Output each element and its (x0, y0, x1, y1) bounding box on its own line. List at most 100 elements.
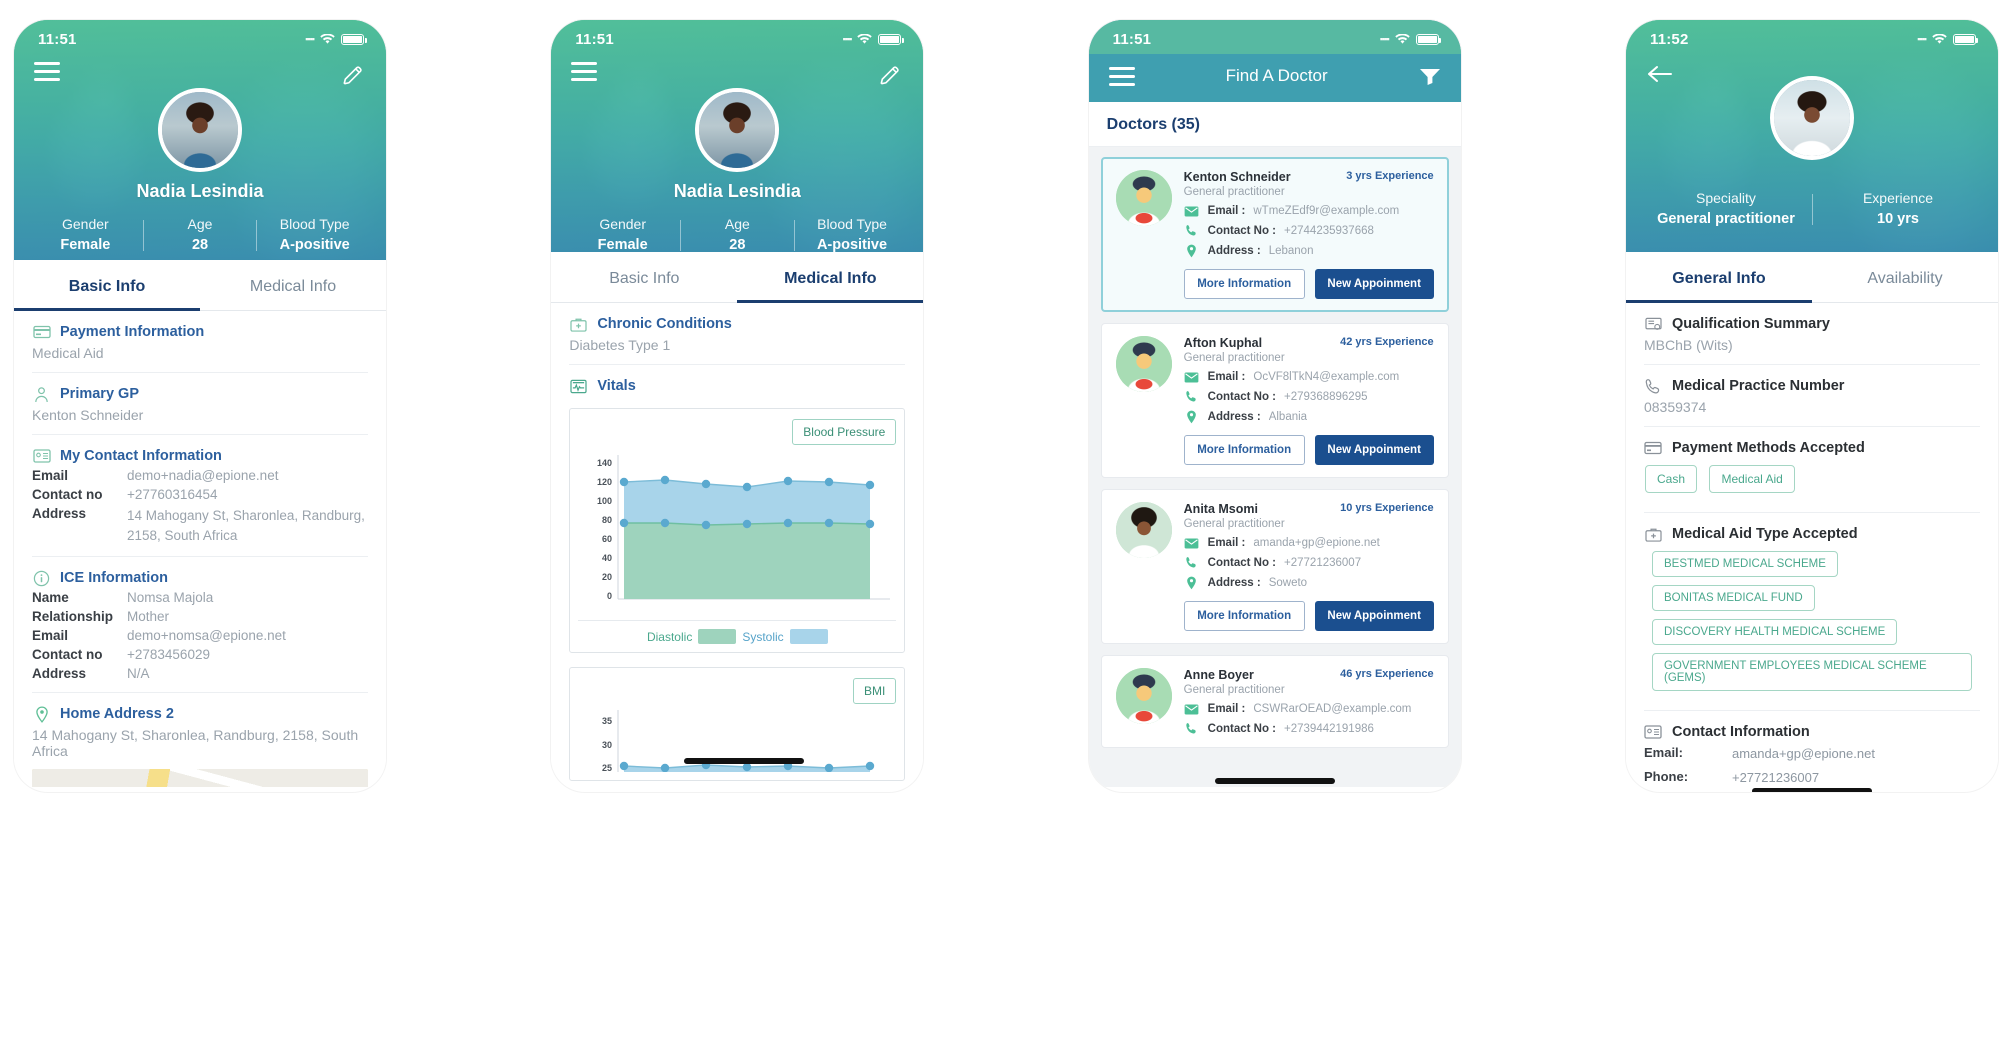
new-appointment-button[interactable]: New Appoinment (1314, 435, 1434, 465)
tag-gems[interactable]: GOVERNMENT EMPLOYEES MEDICAL SCHEME (GEM… (1651, 653, 1972, 691)
tag-bestmed[interactable]: BESTMED MEDICAL SCHEME (1651, 551, 1838, 577)
doctor-contact: +279368896295 (1284, 390, 1368, 403)
svg-text:0: 0 (607, 591, 612, 601)
section-home-address-2[interactable]: Home Address 2 14 Mahogany St, Sharonlea… (32, 693, 368, 787)
address-map-preview[interactable] (32, 769, 368, 787)
section-contact-information[interactable]: Contact Information Email: amanda+gp@epi… (1643, 711, 1980, 792)
doctor-card[interactable]: Afton Kuphal General practitioner 42 yrs… (1100, 323, 1449, 478)
legend-swatch (698, 629, 737, 644)
section-title: Chronic Conditions (597, 316, 732, 332)
battery-icon (1415, 33, 1442, 45)
stat-label: Experience (1862, 190, 1933, 206)
field-key: Address (32, 666, 87, 682)
hamburger-menu-icon[interactable] (1108, 66, 1135, 86)
section-my-contact-information[interactable]: My Contact Information Email demo+nadia@… (32, 435, 368, 558)
field-value: +2783456029 (127, 647, 210, 663)
patient-avatar[interactable] (158, 88, 242, 172)
section-medical-aid-type-accepted[interactable]: Medical Aid Type Accepted BESTMED MEDICA… (1643, 513, 1980, 711)
stat-gender: Gender Female (565, 216, 680, 252)
svg-text:60: 60 (602, 534, 612, 544)
medical-kit-icon (569, 316, 588, 332)
tab-basic-info[interactable]: Basic Info (14, 260, 200, 311)
chart-bmi[interactable]: BMI 35 30 25 (569, 667, 906, 781)
section-title: Primary GP (60, 386, 139, 402)
field-value: Mother (127, 609, 170, 625)
field-key: Contact no (32, 487, 103, 502)
phone-screen-basic-info: 11:51 ▪▪▪▪ Nadia Lesindia Gender Female … (14, 20, 386, 792)
medical-info-list: Chronic Conditions Diabetes Type 1 Vital… (551, 303, 924, 787)
section-value: Medical Aid (32, 345, 104, 361)
hamburger-menu-icon[interactable] (34, 62, 60, 81)
status-time: 11:51 (575, 30, 614, 48)
filter-funnel-icon[interactable] (1419, 67, 1441, 85)
more-information-button[interactable]: More Information (1183, 435, 1305, 465)
doctor-email: wTmeZEdf9r@example.com (1253, 205, 1400, 217)
status-bar: 11:51 ▪▪▪▪ (551, 20, 923, 54)
tab-general-info[interactable]: General Info (1625, 252, 1812, 303)
legend-diastolic[interactable]: Diastolic (647, 629, 737, 644)
tab-basic-info[interactable]: Basic Info (551, 252, 737, 302)
field-key: Contact no (32, 647, 103, 663)
envelope-icon (1184, 703, 1200, 715)
field-value: 14 Mahogany St, Sharonlea, Randburg, 215… (127, 508, 365, 543)
new-appointment-button[interactable]: New Appoinment (1314, 601, 1434, 631)
stat-blood-type: Blood Type A-positive (795, 216, 910, 252)
tag-discovery[interactable]: DISCOVERY HEALTH MEDICAL SCHEME (1651, 619, 1898, 645)
doctor-email: CSWRarOEAD@example.com (1253, 703, 1412, 715)
label-contact: Contact No : (1207, 556, 1277, 569)
section-payment-methods-accepted[interactable]: Payment Methods Accepted Cash Medical Ai… (1643, 427, 1980, 513)
doctor-card[interactable]: Anne Boyer General practitioner 46 yrs E… (1100, 655, 1449, 748)
svg-text:80: 80 (602, 515, 612, 525)
tab-medical-info[interactable]: Medical Info (200, 260, 386, 310)
doctor-list[interactable]: Kenton Schneider General practitioner 3 … (1088, 147, 1461, 787)
svg-text:100: 100 (597, 496, 612, 506)
legend-systolic[interactable]: Systolic (742, 629, 828, 644)
section-ice-information[interactable]: ICE Information Name Nomsa Majola Relati… (32, 557, 368, 694)
doctor-experience: 42 yrs Experience (1340, 336, 1434, 348)
hamburger-menu-icon[interactable] (571, 62, 598, 81)
svg-text:40: 40 (602, 553, 612, 563)
field-address: Address 14 Mahogany St, Sharonlea, Randb… (32, 506, 368, 545)
tag-medical-aid[interactable]: Medical Aid (1709, 465, 1795, 493)
wifi-icon (1932, 33, 1947, 45)
tab-availability[interactable]: Availability (1812, 252, 1998, 302)
tag-cash[interactable]: Cash (1644, 465, 1697, 493)
tab-medical-info[interactable]: Medical Info (737, 252, 924, 303)
screenshot-stage: 11:51 ▪▪▪▪ Nadia Lesindia Gender Female … (0, 0, 2012, 1046)
section-medical-practice-number[interactable]: Medical Practice Number 08359374 (1643, 365, 1980, 427)
doctor-contact: +2739442191986 (1284, 722, 1374, 735)
section-title: Medical Practice Number (1671, 378, 1845, 394)
field-name: Name Nomsa Majola (32, 590, 368, 605)
section-vitals: Vitals Blood Pressure 140 120 100 80 60 … (569, 365, 906, 787)
section-chronic-conditions[interactable]: Chronic Conditions Diabetes Type 1 (569, 303, 906, 365)
wifi-icon (320, 33, 335, 45)
more-information-button[interactable]: More Information (1183, 601, 1305, 631)
doctor-avatar[interactable] (1769, 76, 1854, 160)
chart-blood-pressure[interactable]: Blood Pressure 140 120 100 80 60 40 20 0… (569, 408, 906, 653)
new-appointment-button[interactable]: New Appoinment (1314, 269, 1434, 299)
stat-label: Age (724, 216, 750, 232)
more-information-button[interactable]: More Information (1183, 269, 1305, 299)
pencil-edit-icon[interactable] (877, 62, 903, 88)
stat-label: Age (187, 216, 213, 232)
section-payment-information[interactable]: Payment Information Medical Aid (32, 311, 368, 373)
doctor-card[interactable]: Anita Msomi General practitioner 10 yrs … (1100, 489, 1449, 644)
label-email: Email : (1207, 703, 1246, 715)
stat-value: General practitioner (1657, 211, 1795, 227)
doctor-address: Lebanon (1268, 245, 1314, 257)
doctor-card[interactable]: Kenton Schneider General practitioner 3 … (1100, 157, 1449, 312)
patient-hero-header: 11:51 ▪▪▪▪ Nadia Lesindia Gender Female … (14, 20, 386, 260)
section-qualification-summary[interactable]: Qualification Summary MBChB (Wits) (1643, 303, 1980, 365)
tag-bonitas[interactable]: BONITAS MEDICAL FUND (1651, 585, 1815, 611)
section-title: Payment Information (60, 324, 205, 340)
patient-avatar[interactable] (695, 88, 780, 172)
field-value: Nomsa Majola (127, 590, 214, 606)
field-key: Email: (1643, 745, 1683, 760)
section-value: 14 Mahogany St, Sharonlea, Randburg, 215… (32, 727, 359, 760)
phone-screen-find-a-doctor: 11:51 ▪▪▪▪ Find A Doctor Doctors (35) Ke… (1088, 20, 1461, 792)
pencil-edit-icon[interactable] (340, 62, 366, 88)
label-email: Email : (1207, 205, 1246, 217)
section-primary-gp[interactable]: Primary GP Kenton Schneider (32, 373, 368, 435)
stat-label: Blood Type (279, 216, 350, 232)
vitals-monitor-icon (569, 378, 588, 394)
